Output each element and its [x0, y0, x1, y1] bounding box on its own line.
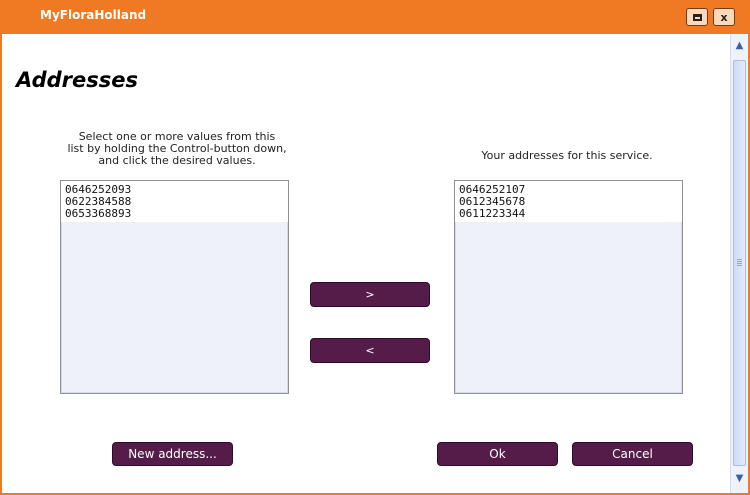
move-right-button[interactable]: > — [310, 282, 430, 307]
move-left-button[interactable]: < — [310, 338, 430, 363]
page-title: Addresses — [16, 68, 139, 92]
close-icon: x — [720, 10, 728, 24]
new-address-button[interactable]: New address... — [112, 442, 233, 466]
scroll-thumb[interactable] — [733, 60, 746, 466]
scroll-grip — [737, 261, 742, 262]
instructions-text: Select one or more values from this list… — [32, 131, 322, 167]
ok-button[interactable]: Ok — [437, 442, 558, 466]
selected-addresses-items: 0646252107 0612345678 0611223344 — [455, 181, 682, 222]
list-item[interactable]: 0611223344 — [459, 208, 678, 220]
scroll-grip — [737, 265, 742, 266]
dialog-content: Addresses Select one or more values from… — [2, 34, 730, 493]
title-bar[interactable]: MyFloraHolland x — [2, 0, 748, 34]
scroll-grip — [737, 259, 742, 260]
window-title: MyFloraHolland — [40, 8, 147, 22]
list-item[interactable]: 0653368893 — [65, 208, 284, 220]
instructions-line: and click the desired values. — [98, 154, 256, 167]
restore-button[interactable] — [686, 8, 708, 26]
close-button[interactable]: x — [713, 8, 735, 26]
available-addresses-items: 0646252093 0622384588 0653368893 — [61, 181, 288, 222]
scroll-up-arrow-icon[interactable]: ▲ — [732, 38, 747, 53]
scroll-grip — [737, 263, 742, 264]
selected-list-caption: Your addresses for this service. — [481, 149, 653, 162]
scroll-down-arrow-icon[interactable]: ▼ — [732, 471, 747, 486]
vertical-scrollbar[interactable]: ▲ ▼ — [730, 34, 748, 493]
cancel-button[interactable]: Cancel — [572, 442, 693, 466]
selected-addresses-list[interactable]: 0646252107 0612345678 0611223344 — [454, 180, 683, 394]
restore-icon — [692, 13, 702, 21]
dialog-window: MyFloraHolland x Addresses Select one or… — [0, 0, 750, 495]
available-addresses-list[interactable]: 0646252093 0622384588 0653368893 — [60, 180, 289, 394]
